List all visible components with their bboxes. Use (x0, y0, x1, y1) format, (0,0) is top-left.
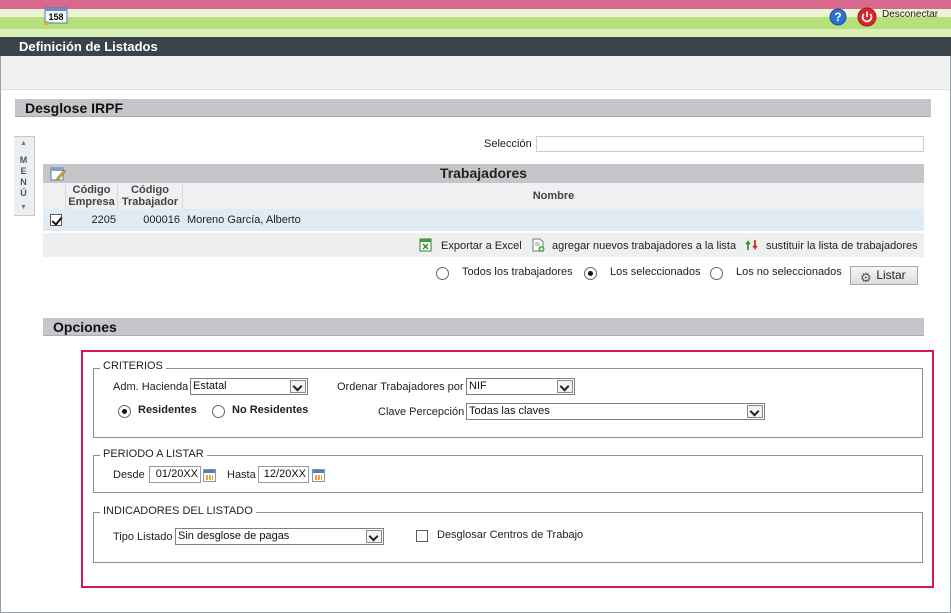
clave-percepcion-value: Todas las claves (469, 405, 550, 417)
calendar-icon[interactable] (312, 469, 325, 482)
adm-hacienda-label: Adm. Hacienda (113, 381, 189, 393)
adm-hacienda-value: Estatal (193, 380, 227, 392)
export-excel-link[interactable]: Exportar a Excel (441, 240, 522, 252)
cell-trabajador: 000016 (143, 214, 180, 226)
replace-arrows-icon[interactable] (745, 238, 758, 252)
desde-input[interactable]: 01/20XX (149, 466, 201, 483)
power-icon[interactable] (857, 7, 877, 27)
listar-button-label: Listar (876, 268, 906, 282)
clave-percepcion-label: Clave Percepción (378, 406, 465, 418)
column-header-nombre[interactable]: Nombre (183, 183, 924, 209)
header-stripe-green (0, 17, 951, 29)
chevron-down-icon[interactable] (557, 380, 573, 393)
radio-seleccionados[interactable] (584, 267, 597, 280)
header-stripe-pink (0, 0, 951, 9)
options-title: Opciones (43, 318, 924, 336)
column-header-empresa[interactable]: Código Empresa (66, 183, 118, 209)
radio-residentes-label: Residentes (138, 404, 197, 416)
selection-input[interactable] (536, 136, 924, 152)
radio-todos-label: Todos los trabajadores (462, 266, 573, 278)
side-menu-arrow-down-icon: ▼ (20, 204, 27, 211)
section-title: Desglose IRPF (15, 99, 931, 117)
chevron-down-icon[interactable] (747, 405, 763, 418)
radio-seleccionados-label: Los seleccionados (610, 266, 701, 278)
add-document-icon[interactable] (532, 238, 545, 252)
desde-label: Desde (113, 469, 145, 481)
radio-no-residentes-label: No Residentes (232, 404, 309, 416)
side-menu-letter: M (19, 155, 29, 165)
side-menu-letter: Ú (20, 188, 28, 198)
side-menu-label: MENÚ (17, 155, 31, 199)
replace-workers-link[interactable]: sustituir la lista de trabajadores (766, 240, 918, 252)
desglosar-centros-checkbox[interactable] (416, 530, 428, 542)
adm-hacienda-select[interactable]: Estatal (190, 378, 308, 395)
radio-todos[interactable] (436, 267, 449, 280)
tipo-listado-label: Tipo Listado (113, 531, 173, 543)
grid-title: Trabajadores (439, 165, 528, 181)
header-stripe-light (0, 9, 951, 17)
app-title: Definición de Listados (0, 37, 951, 56)
desglosar-centros-label: Desglosar Centros de Trabajo (437, 529, 584, 541)
chevron-down-icon[interactable] (290, 380, 306, 393)
periodo-legend: PERIODO A LISTAR (100, 448, 207, 460)
listar-button[interactable]: ⚙ Listar (850, 266, 918, 285)
edit-grid-icon[interactable] (50, 166, 66, 181)
hasta-label: Hasta (227, 469, 256, 481)
excel-icon[interactable] (419, 238, 432, 252)
criterios-legend: CRITERIOS (100, 360, 166, 372)
side-menu-letter: E (20, 166, 28, 176)
order-by-label: Ordenar Trabajadores por (337, 381, 464, 393)
radio-residentes[interactable] (118, 405, 131, 418)
notifications-count: 158 (48, 12, 63, 22)
radio-no-residentes[interactable] (212, 405, 225, 418)
radio-no-seleccionados-label: Los no seleccionados (736, 266, 842, 278)
column-header-trabajador[interactable]: Código Trabajador (118, 183, 183, 209)
notifications-icon[interactable]: 158 (44, 7, 68, 25)
clave-percepcion-select[interactable]: Todas las claves (466, 403, 765, 420)
help-icon[interactable]: ? (829, 8, 847, 26)
tipo-listado-value: Sin desglose de pagas (178, 530, 290, 542)
add-workers-link[interactable]: agregar nuevos trabajadores a la lista (552, 240, 736, 252)
row-checkbox[interactable] (50, 214, 62, 226)
order-by-select[interactable]: NIF (466, 378, 575, 395)
column-header-select (43, 183, 66, 209)
toolbar (1, 56, 950, 90)
chevron-down-icon[interactable] (366, 530, 382, 543)
side-menu-arrow-up-icon: ▲ (20, 140, 27, 147)
svg-text:?: ? (834, 10, 841, 24)
cell-empresa: 2205 (91, 214, 116, 226)
header-stripe-pale (0, 29, 951, 37)
tipo-listado-select[interactable]: Sin desglose de pagas (175, 528, 384, 545)
hasta-input[interactable]: 12/20XX (258, 466, 309, 483)
order-by-value: NIF (469, 380, 487, 392)
side-menu-letter: N (20, 177, 28, 187)
gear-icon: ⚙ (860, 270, 872, 285)
periodo-fieldset (93, 455, 923, 493)
side-menu-tab[interactable]: ▲ MENÚ ▼ (14, 136, 35, 216)
indicadores-legend: INDICADORES DEL LISTADO (100, 505, 256, 517)
selection-label: Selección (484, 138, 532, 150)
cell-nombre: Moreno García, Alberto (187, 214, 301, 226)
radio-no-seleccionados[interactable] (710, 267, 723, 280)
disconnect-link[interactable]: Desconectar (882, 9, 938, 20)
calendar-icon[interactable] (203, 469, 216, 482)
